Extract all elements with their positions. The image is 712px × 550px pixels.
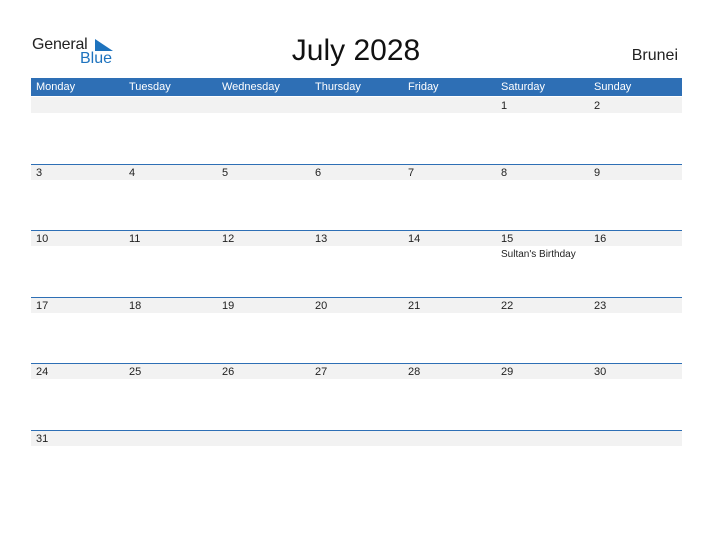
day-number: 23	[594, 300, 607, 312]
day-cell: 25	[124, 363, 217, 429]
country-label: Brunei	[631, 47, 678, 64]
week-row: 31	[31, 430, 682, 496]
day-number: 15	[501, 233, 514, 245]
day-number: 26	[222, 366, 235, 378]
holiday-label: Sultan's Birthday	[501, 249, 576, 260]
day-number: 24	[36, 366, 49, 378]
day-number: 28	[408, 366, 421, 378]
day-number: 25	[129, 366, 142, 378]
weekday-thursday: Thursday	[315, 81, 361, 93]
day-number: 8	[501, 167, 508, 179]
day-cell: 29	[496, 363, 589, 429]
calendar-title: July 2028	[291, 34, 421, 67]
week-row: 12	[31, 97, 682, 163]
day-cell	[310, 430, 403, 496]
day-number: 5	[222, 167, 229, 179]
day-number: 20	[315, 300, 328, 312]
day-cell: 30	[589, 363, 682, 429]
day-number: 27	[315, 366, 328, 378]
weekday-sunday: Sunday	[594, 81, 632, 93]
day-number: 7	[408, 167, 415, 179]
week-row: 24 25 26 27 28 29 30	[31, 363, 682, 429]
day-cell: 14	[403, 230, 496, 296]
day-cell: 11	[124, 230, 217, 296]
day-number: 6	[315, 167, 322, 179]
day-number: 22	[501, 300, 514, 312]
day-cell: 2	[589, 97, 682, 163]
day-number: 30	[594, 366, 607, 378]
day-number: 31	[36, 433, 49, 445]
weekday-header: Monday Tuesday Wednesday Thursday Friday…	[31, 78, 682, 96]
day-number: 13	[315, 233, 328, 245]
day-cell: 28	[403, 363, 496, 429]
day-cell: 21	[403, 297, 496, 363]
week-row: 10 11 12 13 14 15 Sultan's Birthday 16	[31, 230, 682, 296]
day-number: 9	[594, 167, 601, 179]
day-cell: 27	[310, 363, 403, 429]
day-cell: 31	[31, 430, 124, 496]
day-cell	[403, 430, 496, 496]
day-cell	[31, 97, 124, 163]
day-cell: 1	[496, 97, 589, 163]
day-cell: 10	[31, 230, 124, 296]
weekday-friday: Friday	[408, 81, 439, 93]
day-number: 3	[36, 167, 43, 179]
day-cell	[589, 430, 682, 496]
day-cell: 15 Sultan's Birthday	[496, 230, 589, 296]
day-number: 12	[222, 233, 235, 245]
day-cell: 4	[124, 164, 217, 230]
day-cell: 20	[310, 297, 403, 363]
day-cell	[217, 97, 310, 163]
day-cell: 13	[310, 230, 403, 296]
day-cell: 9	[589, 164, 682, 230]
week-row: 3 4 5 6 7 8 9	[31, 164, 682, 230]
weekday-monday: Monday	[36, 81, 76, 93]
day-cell	[124, 430, 217, 496]
day-cell: 24	[31, 363, 124, 429]
day-number: 29	[501, 366, 514, 378]
day-cell: 3	[31, 164, 124, 230]
day-cell: 17	[31, 297, 124, 363]
day-cell: 8	[496, 164, 589, 230]
day-number: 1	[501, 100, 508, 112]
day-cell: 23	[589, 297, 682, 363]
day-cell: 18	[124, 297, 217, 363]
day-cell: 16	[589, 230, 682, 296]
day-number: 2	[594, 100, 601, 112]
day-number: 18	[129, 300, 142, 312]
day-cell: 22	[496, 297, 589, 363]
day-cell: 6	[310, 164, 403, 230]
day-cell: 12	[217, 230, 310, 296]
day-cell: 5	[217, 164, 310, 230]
weekday-saturday: Saturday	[501, 81, 546, 93]
day-number: 14	[408, 233, 421, 245]
week-row: 17 18 19 20 21 22 23	[31, 297, 682, 363]
day-number: 19	[222, 300, 235, 312]
day-cell: 19	[217, 297, 310, 363]
day-cell	[403, 97, 496, 163]
day-cell	[496, 430, 589, 496]
day-number: 11	[129, 233, 141, 245]
day-cell: 26	[217, 363, 310, 429]
weekday-wednesday: Wednesday	[222, 81, 280, 93]
day-number: 17	[36, 300, 49, 312]
weekday-tuesday: Tuesday	[129, 81, 171, 93]
day-number: 10	[36, 233, 49, 245]
day-number: 21	[408, 300, 421, 312]
day-cell	[124, 97, 217, 163]
day-number: 16	[594, 233, 607, 245]
day-cell	[217, 430, 310, 496]
day-number: 4	[129, 167, 136, 179]
day-cell	[310, 97, 403, 163]
day-cell: 7	[403, 164, 496, 230]
